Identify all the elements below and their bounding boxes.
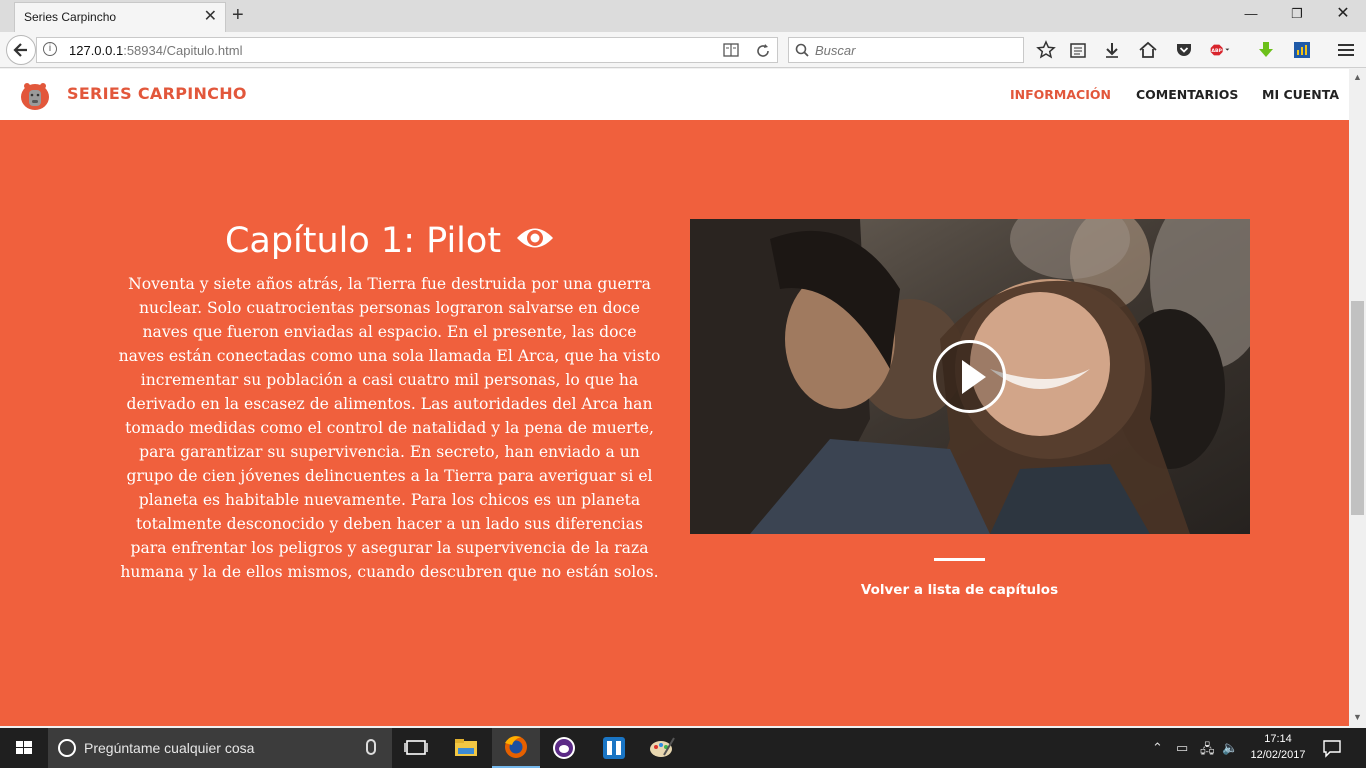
search-placeholder: Buscar bbox=[815, 43, 856, 58]
chapter-title: Capítulo 1: Pilot bbox=[224, 221, 502, 261]
browser-nav-bar: i 127.0.0.1:58934/Capitulo.html Buscar A… bbox=[0, 32, 1366, 68]
adblock-icon[interactable]: ABP bbox=[1210, 40, 1230, 60]
clock[interactable]: 17:14 12/02/2017 bbox=[1250, 731, 1306, 763]
close-tab-icon[interactable]: ✕ bbox=[204, 8, 217, 26]
home-icon[interactable] bbox=[1138, 40, 1158, 60]
play-icon bbox=[962, 360, 986, 394]
clock-date: 12/02/2017 bbox=[1250, 749, 1306, 761]
reading-list-icon[interactable] bbox=[1068, 40, 1088, 60]
download-helper-icon[interactable] bbox=[1256, 40, 1276, 60]
microphone-icon[interactable] bbox=[366, 739, 376, 755]
network-icon[interactable]: 🖧 bbox=[1200, 740, 1215, 762]
url-bar[interactable]: i 127.0.0.1:58934/Capitulo.html bbox=[36, 37, 778, 63]
back-button[interactable] bbox=[6, 35, 36, 65]
firefox-icon bbox=[505, 736, 527, 758]
reload-icon[interactable] bbox=[755, 43, 771, 59]
play-button[interactable] bbox=[933, 340, 1006, 413]
download-icon[interactable] bbox=[1102, 40, 1122, 60]
volume-icon[interactable]: 🔈 bbox=[1222, 740, 1238, 756]
browser-tab-bar: Series Carpincho ✕ + — ❐ ✕ bbox=[0, 0, 1366, 32]
scroll-thumb[interactable] bbox=[1351, 301, 1364, 515]
page-scrollbar[interactable]: ▲ ▼ bbox=[1349, 69, 1366, 726]
new-tab-icon[interactable]: + bbox=[232, 4, 244, 26]
windows-taskbar: Pregúntame cualquier cosa ⌃ ▭ 🖧 🔈 17:14 … bbox=[0, 728, 1366, 768]
search-icon bbox=[795, 43, 809, 57]
site-brand[interactable]: SERIES CARPINCHO bbox=[67, 84, 247, 103]
video-player[interactable] bbox=[690, 219, 1250, 534]
info-icon[interactable]: i bbox=[43, 42, 57, 56]
site-header: SERIES CARPINCHO INFORMACIÓN COMENTARIOS… bbox=[0, 69, 1349, 120]
app-blue-icon[interactable] bbox=[590, 728, 638, 768]
nav-informacion[interactable]: INFORMACIÓN bbox=[1010, 87, 1111, 102]
back-to-chapters-link[interactable]: Volver a lista de capítulos bbox=[820, 582, 1099, 598]
bookmark-star-icon[interactable] bbox=[1036, 40, 1056, 60]
nav-comentarios[interactable]: COMENTARIOS bbox=[1136, 87, 1238, 102]
back-arrow-icon bbox=[13, 43, 27, 57]
cortana-search-box[interactable]: Pregúntame cualquier cosa bbox=[48, 728, 392, 768]
reader-view-icon[interactable] bbox=[723, 43, 739, 57]
cortana-icon bbox=[58, 739, 76, 757]
tray-chevron-icon[interactable]: ⌃ bbox=[1152, 740, 1163, 756]
tab-title: Series Carpincho bbox=[24, 10, 117, 24]
windows-start-icon[interactable] bbox=[0, 728, 48, 768]
chapter-section: Capítulo 1: Pilot Noventa y siete años a… bbox=[0, 120, 1349, 726]
battery-icon[interactable]: ▭ bbox=[1176, 740, 1188, 756]
nav-mi-cuenta[interactable]: MI CUENTA bbox=[1262, 87, 1339, 102]
capybara-logo[interactable] bbox=[18, 77, 52, 111]
task-view-icon[interactable] bbox=[392, 728, 440, 768]
eye-icon[interactable] bbox=[515, 223, 555, 253]
url-text: 127.0.0.1:58934/Capitulo.html bbox=[69, 43, 243, 58]
clock-time: 17:14 bbox=[1264, 733, 1292, 745]
svg-text:ABP: ABP bbox=[1211, 48, 1222, 54]
pocket-icon[interactable] bbox=[1174, 40, 1194, 60]
stats-extension-icon[interactable] bbox=[1292, 40, 1312, 60]
action-center-icon[interactable] bbox=[1322, 738, 1342, 758]
scroll-down-icon[interactable]: ▼ bbox=[1353, 712, 1362, 722]
cortana-placeholder: Pregúntame cualquier cosa bbox=[84, 740, 255, 756]
paint-icon[interactable] bbox=[638, 728, 686, 768]
browser-tab[interactable]: Series Carpincho ✕ bbox=[14, 2, 226, 32]
chapter-synopsis: Noventa y siete años atrás, la Tierra fu… bbox=[118, 275, 661, 581]
chapter-heading: Capítulo 1: Pilot bbox=[120, 218, 660, 264]
file-explorer-icon[interactable] bbox=[442, 728, 490, 768]
close-window-icon[interactable]: ✕ bbox=[1320, 4, 1366, 26]
restore-icon[interactable]: ❐ bbox=[1274, 4, 1320, 26]
scroll-up-icon[interactable]: ▲ bbox=[1353, 72, 1362, 82]
app-purple-icon[interactable] bbox=[540, 728, 588, 768]
hamburger-menu-icon[interactable] bbox=[1336, 40, 1356, 60]
minimize-icon[interactable]: — bbox=[1228, 4, 1274, 26]
firefox-taskbar-button[interactable] bbox=[492, 728, 540, 768]
search-bar[interactable]: Buscar bbox=[788, 37, 1024, 63]
divider bbox=[934, 558, 985, 561]
